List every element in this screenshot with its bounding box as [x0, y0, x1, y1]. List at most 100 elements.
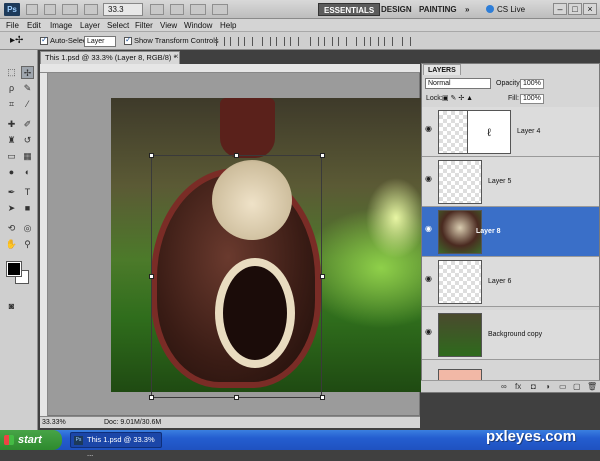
brush-tool-icon[interactable]: ✐ — [21, 118, 34, 131]
clone-stamp-tool-icon[interactable]: ♜ — [5, 134, 18, 147]
path-selection-tool-icon[interactable]: ➤ — [5, 202, 18, 215]
screen-mode-button[interactable] — [190, 4, 206, 15]
mask-icon[interactable]: ◘ — [531, 382, 536, 392]
fx-icon[interactable]: fx — [515, 382, 521, 392]
layer-row[interactable]: ◉ Layer 5 — [422, 157, 599, 207]
lasso-tool-icon[interactable]: ρ — [5, 82, 18, 95]
distribute-bottom-icon[interactable] — [338, 37, 347, 46]
marquee-tool-icon[interactable]: ⬚ — [5, 66, 18, 79]
history-brush-tool-icon[interactable]: ↺ — [21, 134, 34, 147]
distribute-right-icon[interactable] — [384, 37, 393, 46]
align-left-icon[interactable] — [262, 37, 271, 46]
eyedropper-tool-icon[interactable]: ⁄ — [21, 98, 34, 111]
quick-selection-tool-icon[interactable]: ✎ — [21, 82, 34, 95]
align-top-icon[interactable] — [216, 37, 225, 46]
minimize-button[interactable]: – — [553, 3, 567, 15]
bridge-button[interactable] — [26, 4, 38, 15]
auto-align-icon[interactable] — [402, 37, 411, 46]
link-icon[interactable]: ∞ — [501, 382, 507, 392]
lock-icons[interactable]: ▣ ✎ ✢ ▲ — [442, 94, 473, 104]
align-right-icon[interactable] — [290, 37, 299, 46]
menu-image[interactable]: Image — [50, 20, 72, 31]
menu-filter[interactable]: Filter — [135, 20, 153, 31]
menu-view[interactable]: View — [160, 20, 177, 31]
eraser-tool-icon[interactable]: ▭ — [5, 150, 18, 163]
menu-select[interactable]: Select — [107, 20, 129, 31]
healing-brush-tool-icon[interactable]: ✚ — [5, 118, 18, 131]
type-tool-icon[interactable]: T — [21, 186, 34, 199]
auto-select-checkbox[interactable] — [40, 35, 48, 45]
cs-live-button[interactable]: CS Live — [486, 3, 525, 16]
rotate-view-button[interactable] — [170, 4, 184, 15]
hand-tool-icon[interactable]: ✋ — [5, 238, 18, 251]
layer-row-selected[interactable]: ◉ Layer 8 — [422, 207, 599, 257]
3d-rotate-tool-icon[interactable]: ⟲ — [5, 222, 18, 235]
distribute-top-icon[interactable] — [310, 37, 319, 46]
menu-file[interactable]: File — [6, 20, 19, 31]
layer-row[interactable]: ◉ Background copy — [422, 310, 599, 360]
auto-select-dropdown[interactable]: Layer — [84, 36, 116, 47]
visibility-eye-icon[interactable]: ◉ — [425, 125, 435, 133]
close-app-button[interactable]: × — [583, 3, 597, 15]
adjustment-icon[interactable]: ◑ — [545, 382, 550, 392]
opacity-field[interactable]: 100% — [520, 79, 544, 89]
document-tab[interactable]: This 1.psd @ 33.3% (Layer 8, RGB/8) * — [40, 51, 180, 64]
blend-mode-dropdown[interactable]: Normal — [425, 78, 491, 89]
menu-edit[interactable]: Edit — [27, 20, 41, 31]
layer-row[interactable]: ◉ Layer 6 — [422, 257, 599, 307]
transform-bounding-box[interactable] — [151, 155, 322, 398]
dodge-tool-icon[interactable]: ◐ — [21, 166, 34, 179]
maximize-button[interactable]: □ — [568, 3, 582, 15]
close-document-icon[interactable]: × — [174, 52, 179, 61]
show-transform-checkbox[interactable] — [124, 35, 132, 45]
transform-handle-bottom-right[interactable] — [320, 395, 325, 400]
pen-tool-icon[interactable]: ✒ — [5, 186, 18, 199]
transform-handle-bottom-left[interactable] — [149, 395, 154, 400]
crop-tool-icon[interactable]: ⌗ — [5, 98, 18, 111]
menu-layer[interactable]: Layer — [80, 20, 100, 31]
status-zoom[interactable]: 33.33% — [42, 417, 66, 428]
arrange-documents-button[interactable] — [84, 4, 98, 15]
mini-bridge-button[interactable] — [44, 4, 56, 15]
layer-row[interactable]: ◉ ℓ Layer 4 — [422, 107, 599, 157]
transform-handle-bottom[interactable] — [234, 395, 239, 400]
blur-tool-icon[interactable]: ● — [5, 166, 18, 179]
workspace-essentials-button[interactable]: ESSENTIALS — [318, 3, 381, 16]
move-tool-icon[interactable]: ✢ — [21, 66, 34, 79]
distribute-center-icon[interactable] — [324, 37, 333, 46]
visibility-eye-icon[interactable]: ◉ — [425, 175, 435, 183]
transform-handle-right[interactable] — [320, 274, 325, 279]
transform-handle-top[interactable] — [234, 153, 239, 158]
distribute-left-icon[interactable] — [356, 37, 365, 46]
taskbar-photoshop-window[interactable]: Ps This 1.psd @ 33.3% ... — [70, 432, 162, 458]
visibility-eye-icon[interactable]: ◉ — [425, 225, 435, 233]
align-bottom-icon[interactable] — [244, 37, 253, 46]
quick-mask-icon[interactable]: ◙ — [5, 300, 18, 313]
move-tool-preset-icon[interactable]: ▸✢ — [10, 35, 23, 46]
transform-handle-left[interactable] — [149, 274, 154, 279]
shape-tool-icon[interactable]: ■ — [21, 202, 34, 215]
foreground-color-swatch[interactable] — [6, 261, 22, 277]
folder-icon[interactable]: ▭ — [559, 382, 567, 392]
arrange-button[interactable] — [212, 4, 228, 15]
align-vertical-center-icon[interactable] — [230, 37, 239, 46]
new-layer-icon[interactable]: ▢ — [573, 382, 581, 392]
workspace-painting-button[interactable]: PAINTING — [414, 3, 462, 16]
start-button[interactable]: start — [0, 430, 62, 450]
3d-orbit-tool-icon[interactable]: ◎ — [21, 222, 34, 235]
gradient-tool-icon[interactable]: ▦ — [21, 150, 34, 163]
zoom-level-field[interactable]: 33.3 — [103, 3, 143, 16]
tab-layers[interactable]: LAYERS — [423, 64, 461, 75]
transform-handle-top-right[interactable] — [320, 153, 325, 158]
trash-icon[interactable]: 🗑 — [587, 382, 597, 392]
extras-button[interactable] — [62, 4, 78, 15]
align-horizontal-center-icon[interactable] — [276, 37, 285, 46]
distribute-horizontal-icon[interactable] — [370, 37, 379, 46]
visibility-eye-icon[interactable]: ◉ — [425, 328, 435, 336]
more-workspaces-button[interactable]: » — [460, 3, 474, 16]
hand-tool-button[interactable] — [150, 4, 164, 15]
transform-handle-top-left[interactable] — [149, 153, 154, 158]
menu-window[interactable]: Window — [184, 20, 212, 31]
visibility-eye-icon[interactable]: ◉ — [425, 275, 435, 283]
fill-field[interactable]: 100% — [520, 94, 544, 104]
